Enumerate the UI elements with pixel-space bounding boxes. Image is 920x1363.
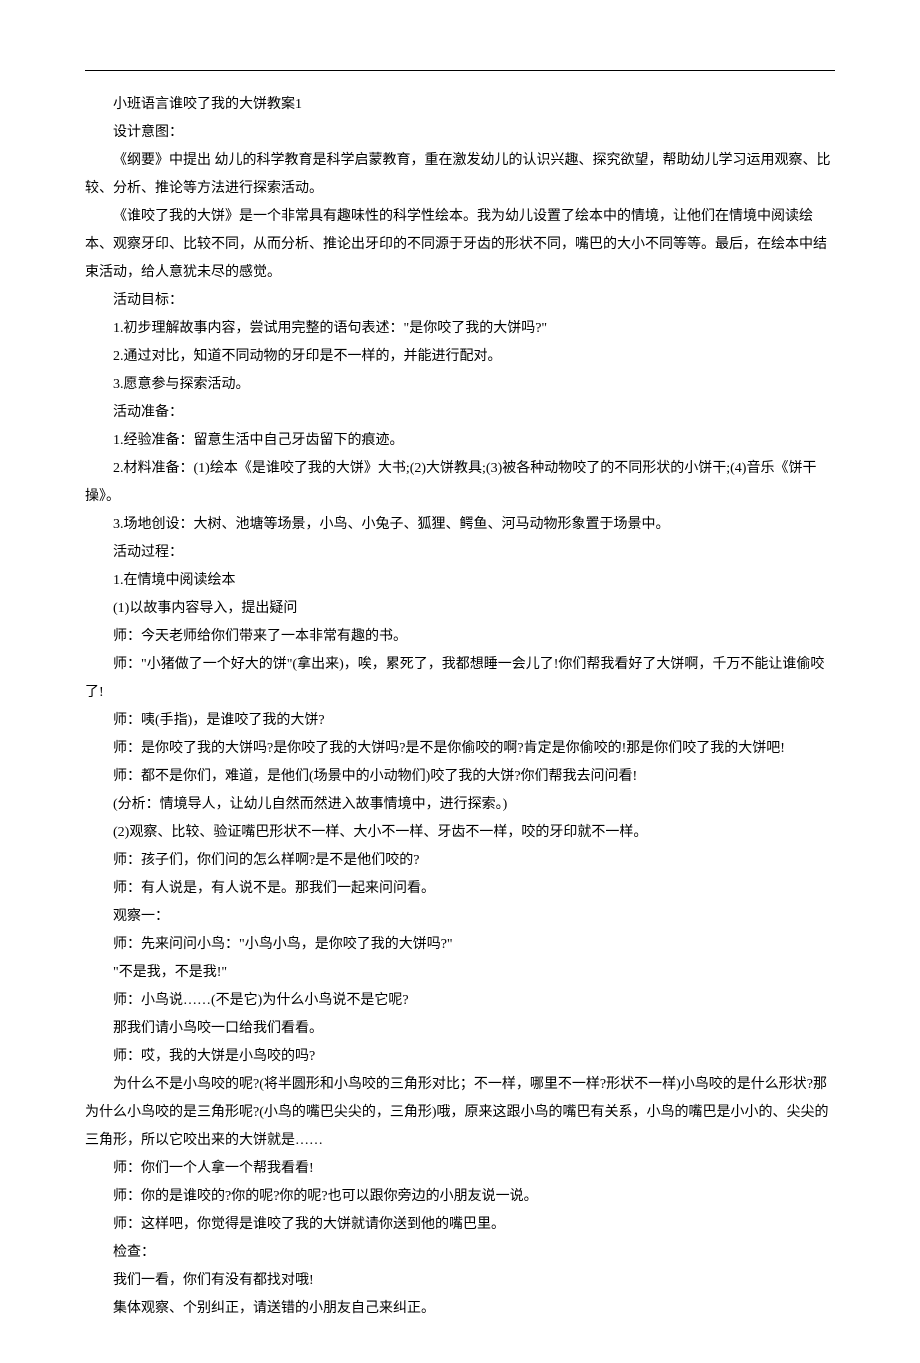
paragraph: 师：咦(手指)，是谁咬了我的大饼?	[85, 707, 835, 735]
paragraph: 3.场地创设：大树、池塘等场景，小鸟、小兔子、狐狸、鳄鱼、河马动物形象置于场景中…	[85, 511, 835, 539]
paragraph: 活动过程：	[85, 539, 835, 567]
paragraph: 师：这样吧，你觉得是谁咬了我的大饼就请你送到他的嘴巴里。	[85, 1211, 835, 1239]
paragraph: 师："小猪做了一个好大的饼"(拿出来)，唉，累死了，我都想睡一会儿了!你们帮我看…	[85, 651, 835, 707]
paragraph: 1.在情境中阅读绘本	[85, 567, 835, 595]
paragraph: 3.愿意参与探索活动。	[85, 371, 835, 399]
paragraph: 师：先来问问小鸟："小鸟小鸟，是你咬了我的大饼吗?"	[85, 931, 835, 959]
paragraph: 师：今天老师给你们带来了一本非常有趣的书。	[85, 623, 835, 651]
paragraph: 观察一：	[85, 903, 835, 931]
paragraph: "不是我，不是我!"	[85, 959, 835, 987]
paragraph: 检查：	[85, 1239, 835, 1267]
paragraph: 为什么不是小鸟咬的呢?(将半圆形和小鸟咬的三角形对比；不一样，哪里不一样?形状不…	[85, 1071, 835, 1155]
document-page: 小班语言谁咬了我的大饼教案1设计意图：《纲要》中提出 幼儿的科学教育是科学启蒙教…	[0, 0, 920, 1363]
paragraph: (分析：情境导人，让幼儿自然而然进入故事情境中，进行探索。)	[85, 791, 835, 819]
paragraph: 活动准备：	[85, 399, 835, 427]
document-body: 小班语言谁咬了我的大饼教案1设计意图：《纲要》中提出 幼儿的科学教育是科学启蒙教…	[85, 91, 835, 1323]
paragraph: 师：小鸟说……(不是它)为什么小鸟说不是它呢?	[85, 987, 835, 1015]
paragraph: 师：都不是你们，难道，是他们(场景中的小动物们)咬了我的大饼?你们帮我去问问看!	[85, 763, 835, 791]
paragraph: (2)观察、比较、验证嘴巴形状不一样、大小不一样、牙齿不一样，咬的牙印就不一样。	[85, 819, 835, 847]
paragraph: 2.通过对比，知道不同动物的牙印是不一样的，并能进行配对。	[85, 343, 835, 371]
paragraph: 师：你们一个人拿一个帮我看看!	[85, 1155, 835, 1183]
horizontal-rule	[85, 70, 835, 71]
paragraph: 《谁咬了我的大饼》是一个非常具有趣味性的科学性绘本。我为幼儿设置了绘本中的情境，…	[85, 203, 835, 287]
paragraph: 设计意图：	[85, 119, 835, 147]
paragraph: 师：你的是谁咬的?你的呢?你的呢?也可以跟你旁边的小朋友说一说。	[85, 1183, 835, 1211]
paragraph: 1.经验准备：留意生活中自己牙齿留下的痕迹。	[85, 427, 835, 455]
paragraph: 我们一看，你们有没有都找对哦!	[85, 1267, 835, 1295]
paragraph: 师：有人说是，有人说不是。那我们一起来问问看。	[85, 875, 835, 903]
paragraph: (1)以故事内容导入，提出疑问	[85, 595, 835, 623]
paragraph: 小班语言谁咬了我的大饼教案1	[85, 91, 835, 119]
paragraph: 那我们请小鸟咬一口给我们看看。	[85, 1015, 835, 1043]
paragraph: 2.材料准备：(1)绘本《是谁咬了我的大饼》大书;(2)大饼教具;(3)被各种动…	[85, 455, 835, 511]
paragraph: 师：哎，我的大饼是小鸟咬的吗?	[85, 1043, 835, 1071]
paragraph: 《纲要》中提出 幼儿的科学教育是科学启蒙教育，重在激发幼儿的认识兴趣、探究欲望，…	[85, 147, 835, 203]
paragraph: 1.初步理解故事内容，尝试用完整的语句表述："是你咬了我的大饼吗?"	[85, 315, 835, 343]
paragraph: 师：孩子们，你们问的怎么样啊?是不是他们咬的?	[85, 847, 835, 875]
paragraph: 师：是你咬了我的大饼吗?是你咬了我的大饼吗?是不是你偷咬的啊?肯定是你偷咬的!那…	[85, 735, 835, 763]
paragraph: 集体观察、个别纠正，请送错的小朋友自己来纠正。	[85, 1295, 835, 1323]
paragraph: 活动目标：	[85, 287, 835, 315]
